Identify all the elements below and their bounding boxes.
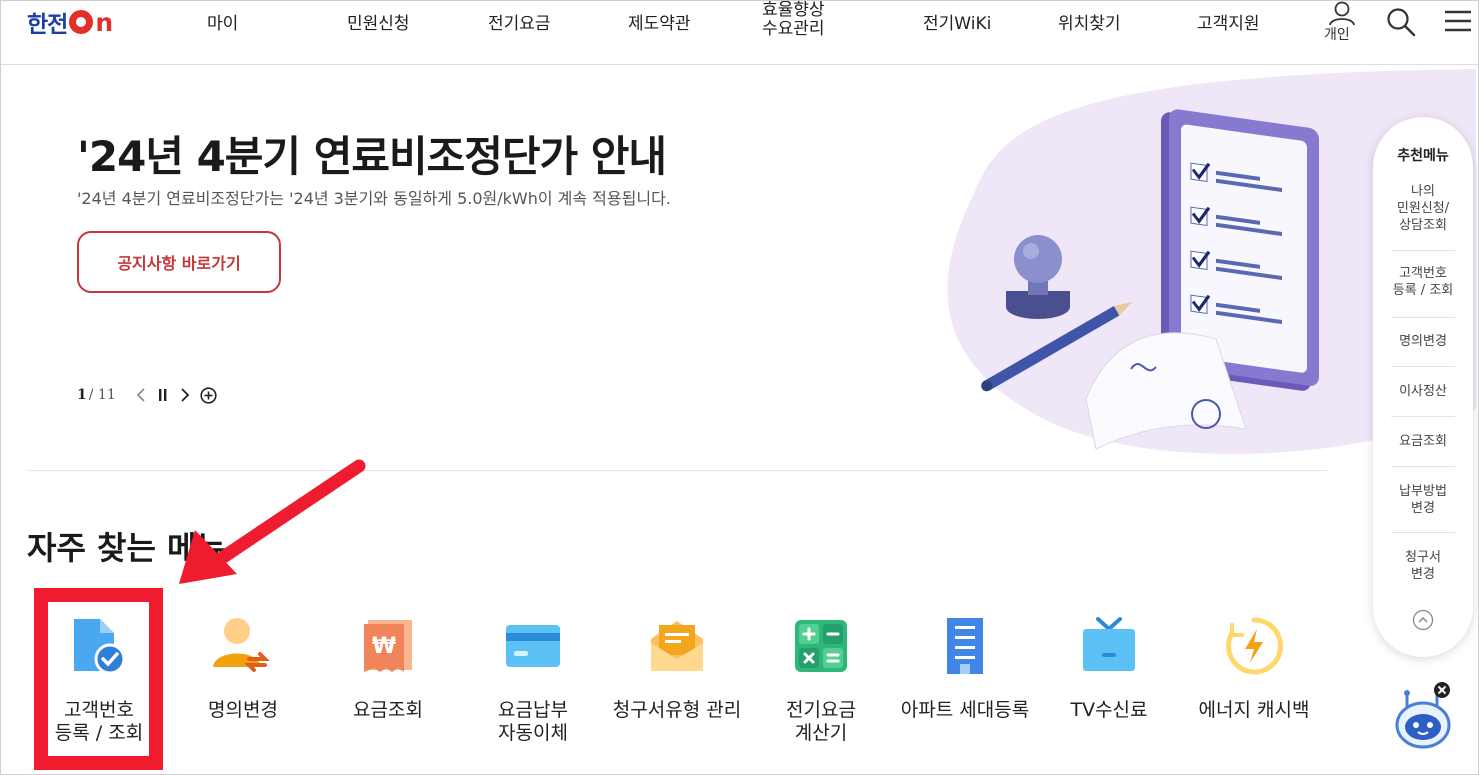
quick-bill-inquiry[interactable]: ₩ 요금조회 [313,611,463,722]
recommend-item-moving-settlement[interactable]: 이사정산 [1391,383,1455,400]
nav-my[interactable]: 마이 [207,9,238,34]
quick-label-line1: 청구서유형 관리 [612,699,742,721]
nav-efficiency-line1: 효율향상 [762,0,825,20]
quick-tv-license-fee[interactable]: TV수신료 [1034,611,1184,722]
nav-civil-request[interactable]: 민원신청 [347,9,410,34]
calculator-icon [786,611,856,681]
recommend-separator [1391,250,1455,251]
recommend-item-payment-method[interactable]: 납부방법 변경 [1391,483,1455,517]
quick-label: TV수신료 [1034,699,1184,722]
quick-label-line1: 에너지 캐시백 [1198,699,1310,721]
quick-label: 아파트 세대등록 [890,699,1040,722]
recommend-item-customer-number[interactable]: 고객번호 등록 / 조회 [1391,265,1455,299]
nav-location[interactable]: 위치찾기 [1058,9,1121,34]
next-slide-icon[interactable] [180,387,190,403]
search-icon[interactable] [1386,7,1416,41]
envelope-icon [642,611,712,681]
quick-label-line2: 자동이체 [498,722,568,744]
recommend-separator [1391,466,1455,467]
nav-efficiency[interactable]: 효율향상 수요관리 [762,1,825,39]
logo-on-letter: n [95,7,114,37]
recommend-item-bill-inquiry[interactable]: 요금조회 [1391,433,1455,450]
recommend-item-name-change[interactable]: 명의변경 [1391,333,1455,350]
recommend-line: 등록 / 조회 [1392,283,1454,298]
expand-plus-icon[interactable] [200,386,217,404]
pause-icon[interactable] [158,388,168,402]
quick-label-line1: 아파트 세대등록 [900,699,1030,721]
pager-current: 1 [77,387,87,403]
nav-support[interactable]: 고객지원 [1197,9,1260,34]
quick-label: 청구서유형 관리 [602,699,752,722]
site-header: 한전 n 마이 민원신청 전기요금 제도약관 효율향상 수요관리 전기WiKi … [1,1,1478,65]
quick-label-line2: 계산기 [794,722,848,744]
recommend-menu-panel: 추천메뉴 나의 민원신청/ 상담조회 고객번호 등록 / 조회 명의변경 이사정… [1373,117,1473,657]
recommend-line: 민원신청/ [1396,201,1450,216]
recommend-line: 납부방법 [1399,484,1447,499]
person-swap-icon [208,611,278,681]
nav-electric-bill[interactable]: 전기요금 [488,9,551,34]
quick-apartment-registration[interactable]: 아파트 세대등록 [890,611,1040,722]
quick-label: 전기요금 계산기 [746,699,896,745]
recommend-line: 청구서 [1405,550,1441,565]
quick-label-line1: TV수신료 [1070,699,1148,721]
logo-on-mark: n [69,10,113,35]
quick-label-line1: 전기요금 [786,699,856,721]
hamburger-menu-icon[interactable] [1444,9,1472,37]
logo-plug-icon [69,10,94,34]
notice-shortcut-button[interactable]: 공지사항 바로가기 [77,231,281,293]
recommend-line: 나의 [1411,184,1435,199]
credit-card-icon [498,611,568,681]
recommend-line: 변경 [1411,567,1435,582]
banner-pager: 1 / 11 [77,385,217,405]
nav-terms[interactable]: 제도약관 [628,9,691,34]
highlight-box [34,588,163,770]
quick-name-change[interactable]: 명의변경 [168,611,318,722]
logo-text: 한전 [27,12,68,38]
recommend-menu-title: 추천메뉴 [1397,148,1449,164]
hero-subtitle: '24년 4분기 연료비조정단가는 '24년 3분기와 동일하게 5.0원/kW… [77,189,671,208]
chatbot-icon[interactable] [1393,681,1453,749]
quick-label: 에너지 캐시백 [1179,699,1329,722]
prev-slide-icon[interactable] [136,387,146,403]
nav-efficiency-line2: 수요관리 [762,19,825,39]
quick-label-line1: 요금조회 [353,699,423,721]
recommend-separator [1391,366,1455,367]
recommend-separator [1391,532,1455,533]
recommend-line: 이사정산 [1399,384,1447,399]
energy-bolt-icon [1219,611,1289,681]
quick-bill-calculator[interactable]: 전기요금 계산기 [746,611,896,745]
recommend-item-my-civil[interactable]: 나의 민원신청/ 상담조회 [1391,183,1455,234]
quick-label-line1: 요금납부 [498,699,568,721]
quick-label: 요금납부 자동이체 [458,699,608,745]
quick-energy-cashback[interactable]: 에너지 캐시백 [1179,611,1329,722]
quick-label-line1: 명의변경 [208,699,278,721]
recommend-separator [1391,416,1455,417]
kepco-on-logo[interactable]: 한전 n [27,7,113,39]
recommend-line: 변경 [1411,501,1435,516]
recommend-line: 고객번호 [1399,266,1447,281]
quick-auto-payment[interactable]: 요금납부 자동이체 [458,611,608,745]
scroll-up-icon[interactable] [1412,609,1434,631]
recommend-line: 명의변경 [1399,334,1447,349]
quick-label: 명의변경 [168,699,318,722]
apartment-icon [930,611,1000,681]
recommend-line: 상담조회 [1399,218,1447,233]
page-frame: 한전 n 마이 민원신청 전기요금 제도약관 효율향상 수요관리 전기WiKi … [0,0,1479,775]
quick-bill-type[interactable]: 청구서유형 관리 [602,611,752,722]
user-type-label[interactable]: 개인 [1324,24,1350,44]
recommend-separator [1391,317,1455,318]
red-arrow-annotation [179,459,366,584]
recommend-line: 요금조회 [1399,434,1447,449]
quick-label: 요금조회 [313,699,463,722]
nav-wiki[interactable]: 전기WiKi [923,9,991,34]
won-receipt-icon: ₩ [353,611,423,681]
pager-total: / 11 [88,387,116,403]
svg-text:₩: ₩ [372,634,396,659]
tv-icon [1074,611,1144,681]
hero-title: '24년 4분기 연료비조정단가 안내 [77,132,667,181]
recommend-item-bill-change[interactable]: 청구서 변경 [1391,549,1455,583]
